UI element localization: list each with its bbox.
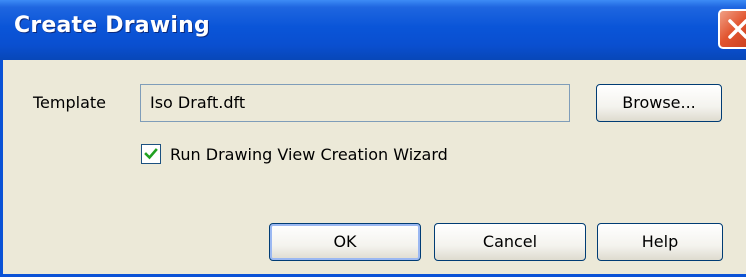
browse-button[interactable]: Browse... xyxy=(596,84,722,122)
wizard-checkbox[interactable] xyxy=(141,144,161,164)
template-label: Template xyxy=(33,93,107,112)
ok-button[interactable]: OK xyxy=(269,223,421,261)
wizard-checkbox-label[interactable]: Run Drawing View Creation Wizard xyxy=(170,145,448,164)
template-field[interactable]: Iso Draft.dft xyxy=(140,84,570,122)
cancel-button[interactable]: Cancel xyxy=(434,223,586,261)
help-button[interactable]: Help xyxy=(597,223,723,261)
create-drawing-dialog: Create Drawing Template Iso Draft.dft Br… xyxy=(0,0,746,277)
dialog-title: Create Drawing xyxy=(14,13,210,38)
title-bar[interactable]: Create Drawing xyxy=(0,0,746,60)
checkmark-icon xyxy=(144,148,158,160)
close-icon xyxy=(728,19,746,39)
close-button[interactable] xyxy=(718,9,746,49)
